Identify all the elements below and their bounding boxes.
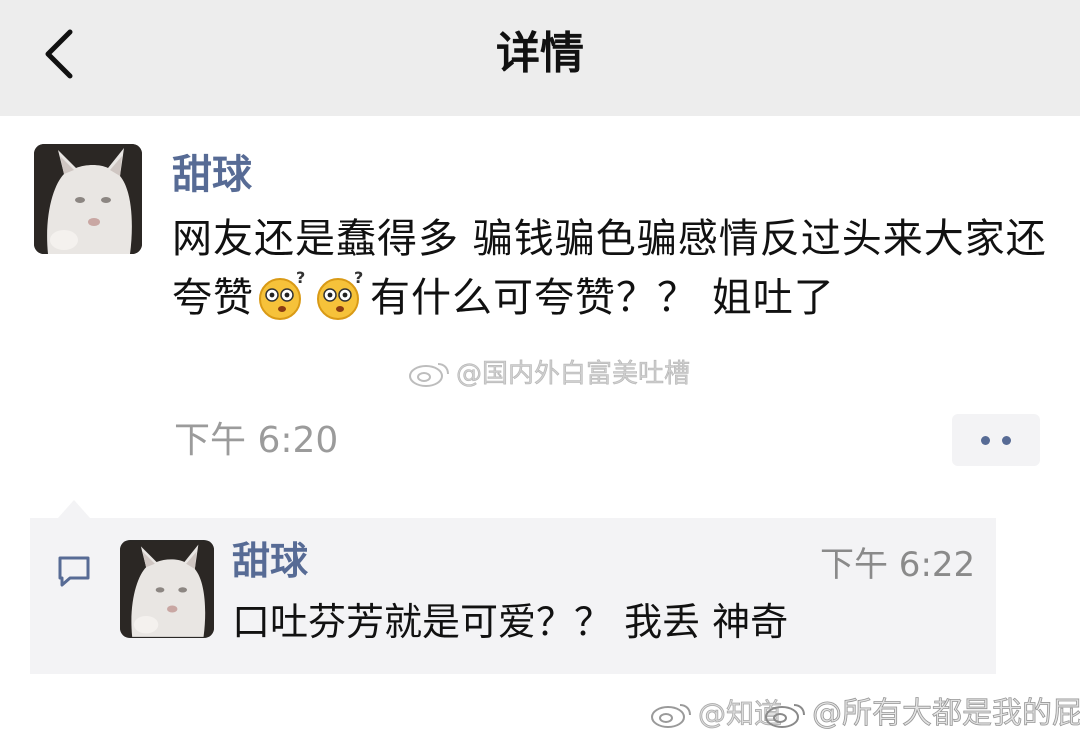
moment-post: 甜球 网友还是蠢得多 骗钱骗色骗感情反过头来大家还夸赞?? 有什么可夸赞？？ 姐吐… xyxy=(0,116,1080,510)
watermark-bottom-right: @所有大都是我的屁 xyxy=(764,694,1080,734)
watermark-center-text: @国内外白富美吐槽 xyxy=(456,359,691,390)
commenter-name[interactable]: 甜球 xyxy=(232,536,308,586)
weibo-logo-icon xyxy=(764,699,808,729)
svg-text:?: ? xyxy=(296,269,306,287)
surprised-emoji-icon: ? xyxy=(256,268,310,321)
surprised-emoji-icon: ? xyxy=(314,268,368,321)
page-title: 详情 xyxy=(496,28,584,79)
watermark-center: @国内外白富美吐槽 xyxy=(408,356,690,392)
commenter-avatar[interactable] xyxy=(120,540,214,638)
author-name[interactable]: 甜球 xyxy=(172,146,252,204)
top-bar: 详情 xyxy=(0,0,1080,116)
watermark-bottom-right-text: @所有大都是我的屁 xyxy=(812,696,1080,732)
back-button[interactable] xyxy=(30,24,90,84)
more-button[interactable] xyxy=(952,414,1040,466)
post-time: 下午 6:20 xyxy=(174,420,339,461)
comment-icon xyxy=(58,556,90,587)
post-text: 网友还是蠢得多 骗钱骗色骗感情反过头来大家还夸赞?? 有什么可夸赞？？ 姐吐了 xyxy=(172,210,1052,328)
svg-text:?: ? xyxy=(354,269,364,287)
comment-time: 下午 6:22 xyxy=(820,545,976,585)
more-dots-icon xyxy=(981,436,990,445)
weibo-logo-icon xyxy=(408,358,452,388)
watermark-bottom-left: @知道 xyxy=(650,694,782,734)
more-dots-icon xyxy=(1002,436,1011,445)
author-avatar[interactable] xyxy=(34,144,142,254)
comment-section: 甜球 下午 6:22 口吐芬芳就是可爱？？ 我丢 神奇 xyxy=(30,500,996,674)
weibo-logo-icon xyxy=(650,699,694,729)
post-text-part2: 有什么可夸赞？？ 姐吐了 xyxy=(370,275,835,321)
chevron-left-icon xyxy=(45,29,73,79)
comment-text[interactable]: 口吐芬芳就是可爱？？ 我丢 神奇 xyxy=(232,596,788,648)
